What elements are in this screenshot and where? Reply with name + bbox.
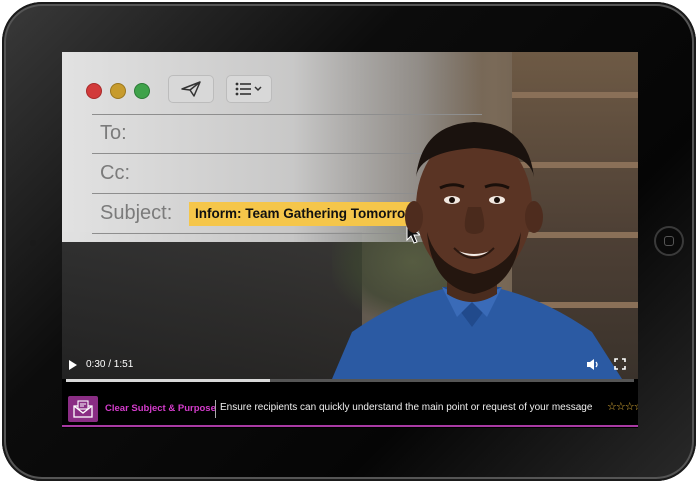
time-display: 0:30 / 1:51 [86,359,134,370]
play-icon[interactable] [68,359,78,371]
tip-icon-box [68,396,98,422]
front-camera [30,240,36,246]
video-controls: 0:30 / 1:51 [62,352,638,379]
tip-title: Clear Subject & Purpose [105,403,216,414]
volume-icon[interactable] [586,358,600,371]
divider [215,400,216,418]
accent-underline [62,425,638,427]
paper-plane-icon [181,81,201,97]
close-dot[interactable] [86,83,102,99]
tip-description: Ensure recipients can quickly understand… [220,402,593,413]
presenter-image [332,122,622,379]
format-list-button[interactable] [226,75,272,103]
home-button[interactable] [654,226,684,256]
list-icon [235,82,262,96]
minimize-dot[interactable] [110,83,126,99]
maximize-dot[interactable] [134,83,150,99]
progress-bar[interactable] [66,379,634,382]
cc-label: Cc: [100,162,130,184]
tip-bar: Clear Subject & Purpose Ensure recipient… [62,392,638,426]
subject-label: Subject: [100,202,173,224]
to-label: To: [100,122,127,144]
video-frame[interactable]: To: Cc: Subject: Inform: Team Gathering … [62,52,638,379]
fullscreen-icon[interactable] [614,358,626,370]
rating-stars: ☆☆☆☆ [607,401,638,413]
progress-fill [66,379,271,382]
send-button[interactable] [168,75,214,103]
envelope-icon [73,400,93,418]
screen: To: Cc: Subject: Inform: Team Gathering … [62,52,638,428]
